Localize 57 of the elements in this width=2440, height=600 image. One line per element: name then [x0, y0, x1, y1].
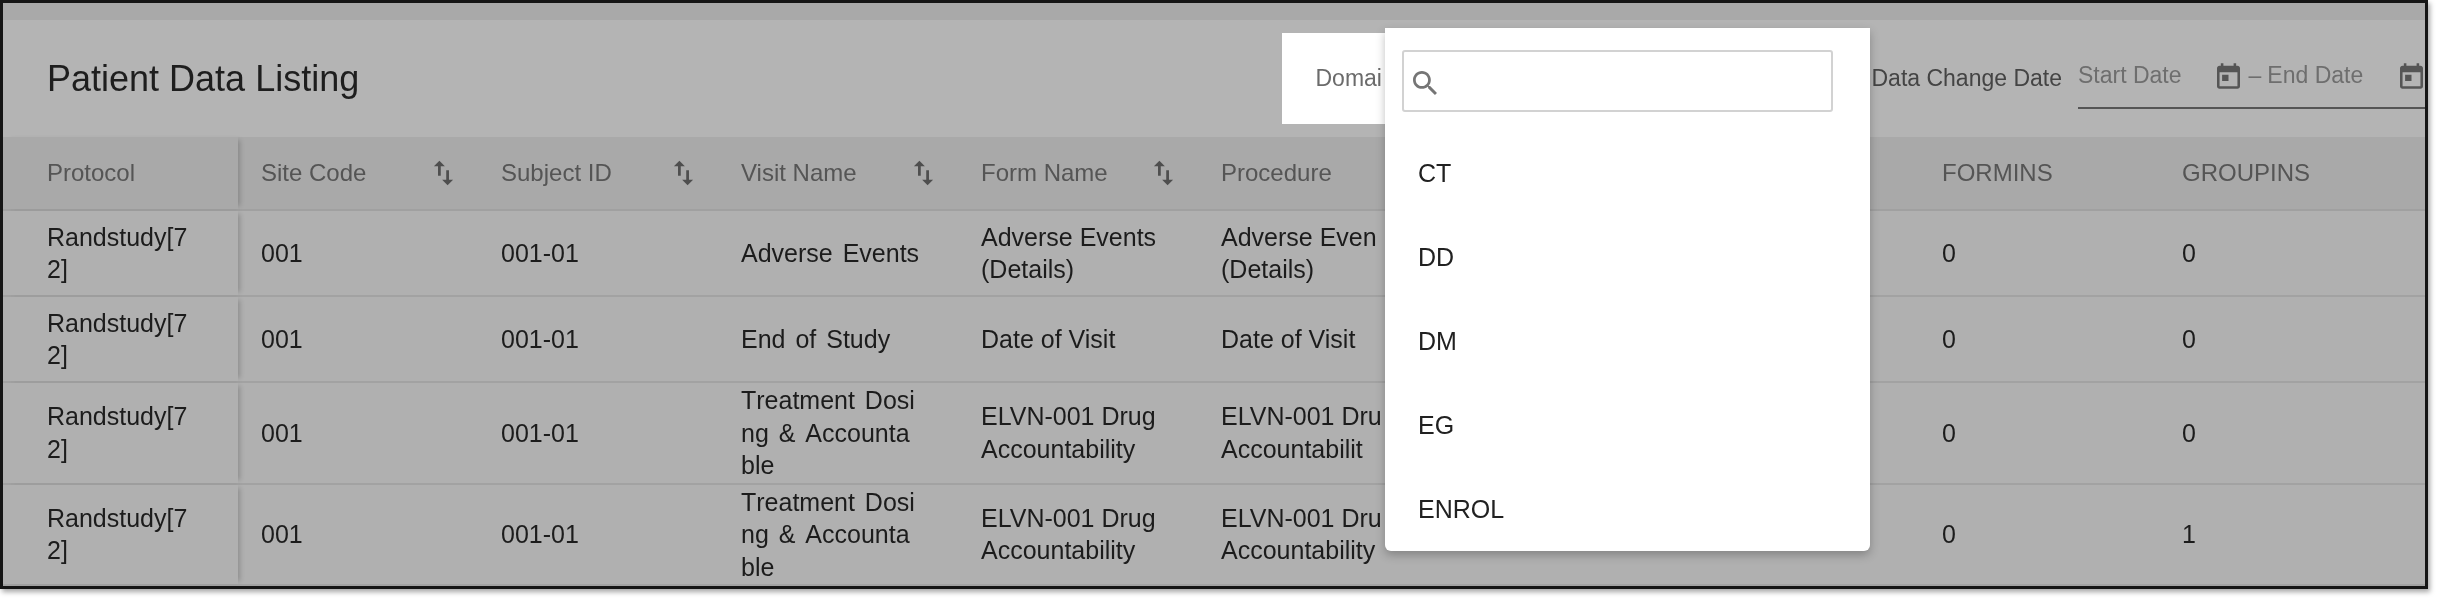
table-cell-text: Date of Visit — [1221, 323, 1356, 355]
table-cell-text: Randstudy[72] — [47, 307, 189, 371]
dropdown-option[interactable]: DM — [1385, 299, 1870, 383]
table-cell-text: 1 — [2182, 519, 2196, 550]
table-cell-text: 001-01 — [501, 519, 579, 550]
column-header: FORMINS — [1942, 159, 2053, 187]
table-cell-text: 0 — [2182, 323, 2196, 355]
sort-icon[interactable] — [1153, 160, 1174, 186]
domain-select[interactable]: Domai — [1282, 33, 1386, 124]
dropdown-option[interactable]: EG — [1385, 383, 1870, 467]
table-cell-text: 0 — [1942, 323, 1956, 355]
table-cell-text: 0 — [1942, 237, 1956, 269]
table-cell-text: Randstudy[72] — [47, 221, 189, 285]
table-cell-text: Randstudy[72] — [47, 502, 189, 567]
table-cell-text: 001 — [261, 519, 303, 550]
table-cell-text: Randstudy[72] — [47, 401, 189, 465]
page-title: Patient Data Listing — [47, 57, 360, 100]
column-header: Visit Name — [741, 159, 857, 187]
table-cell-text: ELVN-001 Drug Accountability — [981, 502, 1157, 567]
table-cell-text: 0 — [2182, 237, 2196, 269]
column-header: Protocol — [47, 159, 136, 187]
column-header: GROUPINS — [2182, 159, 2310, 187]
dropdown-option[interactable]: CT — [1385, 131, 1870, 215]
table-cell-text: 001 — [261, 417, 303, 449]
dropdown-option[interactable]: DD — [1385, 215, 1870, 299]
sort-icon[interactable] — [913, 160, 934, 186]
table-cell-text: 001-01 — [501, 323, 579, 355]
table-cell-text: Adverse Events (Details) — [981, 221, 1158, 285]
column-header: Form Name — [981, 159, 1108, 187]
table-cell-text: ELVN-001 Drug Accountability — [981, 401, 1157, 465]
table-cell-text: 0 — [1942, 519, 1956, 550]
search-field[interactable] — [1402, 50, 1833, 112]
table-cell-text: 001 — [261, 323, 303, 355]
table-cell-text: Treatment Dosing & Accountable — [741, 385, 916, 481]
calendar-icon[interactable] — [2216, 62, 2240, 89]
sort-icon[interactable] — [433, 160, 454, 186]
table-cell-text: 001-01 — [501, 237, 579, 269]
table-cell-text: Date of Visit — [981, 323, 1116, 355]
sort-icon[interactable] — [673, 160, 694, 186]
table-cell-text: ELVN-001 Dru Accountability — [1221, 502, 1383, 567]
table-cell-text: Treatment Dosing & Accountable — [741, 486, 916, 583]
table-cell-text: Adverse Events — [741, 237, 920, 269]
table-cell-text: 0 — [2182, 417, 2196, 449]
column-header: Procedure — [1221, 159, 1332, 187]
range-separator: – — [2248, 62, 2262, 89]
table-cell-text: End of Study — [741, 323, 891, 355]
dropdown-option[interactable]: ENROL — [1385, 467, 1870, 551]
search-icon — [1413, 71, 1437, 95]
table-cell-text: 001 — [261, 237, 303, 269]
date-filter-label: Data Change Date — [1871, 65, 2062, 92]
table-cell-text: ELVN-001 Dru Accountabilit — [1221, 401, 1383, 465]
table-cell-text: 0 — [1942, 417, 1956, 449]
calendar-icon[interactable] — [2400, 62, 2423, 89]
table-cell-text: Adverse Even (Details) — [1221, 221, 1378, 285]
column-header: Subject ID — [501, 159, 612, 187]
table-cell-text: 001-01 — [501, 417, 579, 449]
column-header: Site Code — [261, 159, 367, 187]
